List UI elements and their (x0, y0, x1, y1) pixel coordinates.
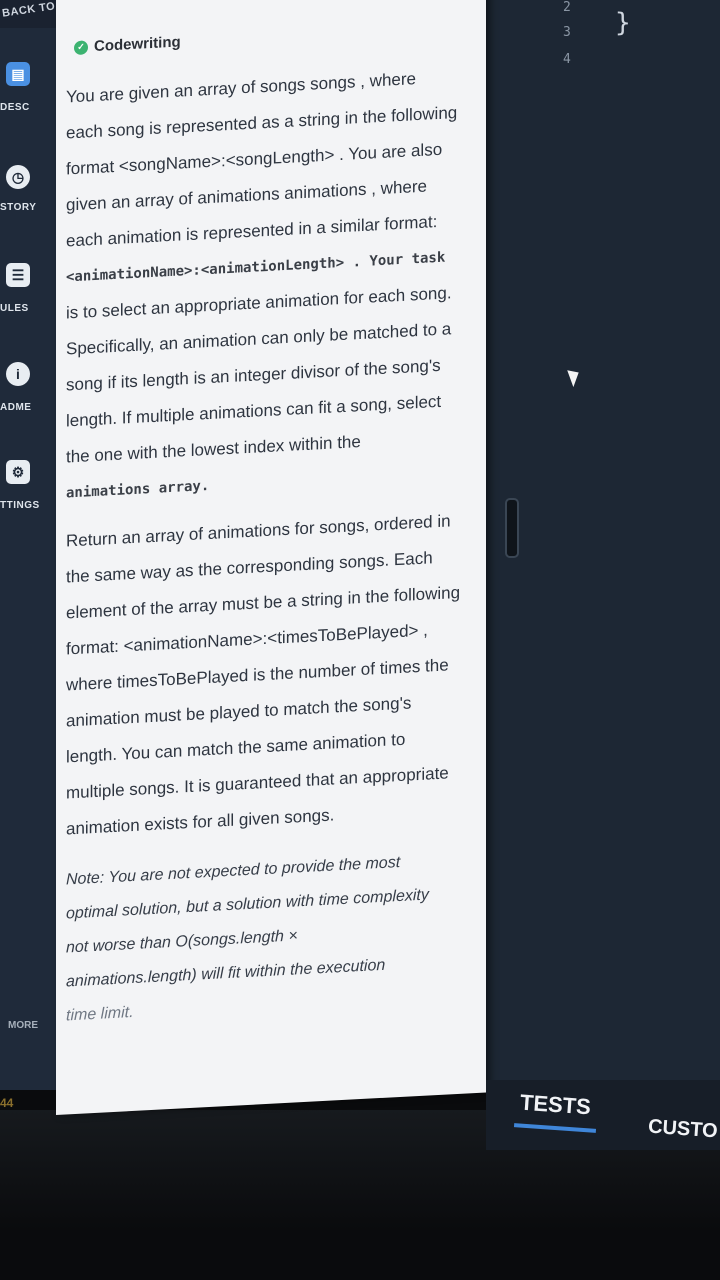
sidebar-item-label: TTINGS (0, 500, 40, 511)
description-panel: ✓ Codewriting You are given an array of … (56, 0, 486, 1116)
sidebar-item-label: STORY (0, 202, 37, 213)
line-number: 4 (563, 52, 571, 67)
tab-custom[interactable]: CUSTO (647, 1116, 718, 1144)
tab-tests[interactable]: TESTS (519, 1090, 591, 1121)
brand-title: Codewriting (94, 33, 181, 56)
sidebar-item-label: ADME (0, 402, 32, 413)
task-description: You are given an array of songs songs , … (66, 58, 476, 1033)
description-paragraph-2: Return an array of animations for songs,… (66, 502, 476, 847)
code-closing-brace: } (615, 8, 631, 38)
info-icon: i (6, 362, 30, 386)
sidebar-item-label: DESC (0, 102, 30, 113)
score-counter: 44 (0, 1096, 14, 1110)
code-editor[interactable] (486, 0, 720, 1090)
gear-icon: ⚙ (6, 460, 30, 484)
clock-icon: ◷ (6, 165, 30, 189)
more-link[interactable]: MORE (8, 1020, 38, 1031)
panel-resize-handle[interactable] (505, 498, 519, 558)
line-number: 3 (563, 25, 571, 40)
codewriting-icon: ✓ (74, 39, 88, 55)
line-number: 2 (563, 0, 571, 15)
sidebar-item-label: ULES (0, 303, 29, 314)
description-paragraph-1: You are given an array of songs songs , … (66, 58, 476, 511)
complexity-note: Note: You are not expected to provide th… (66, 842, 476, 1033)
brand-header: ✓ Codewriting (74, 33, 181, 56)
list-icon: ☰ (6, 263, 30, 287)
back-link[interactable]: BACK TO (1, 0, 56, 19)
left-sidebar (0, 0, 62, 1090)
document-icon: ▤ (6, 62, 30, 86)
